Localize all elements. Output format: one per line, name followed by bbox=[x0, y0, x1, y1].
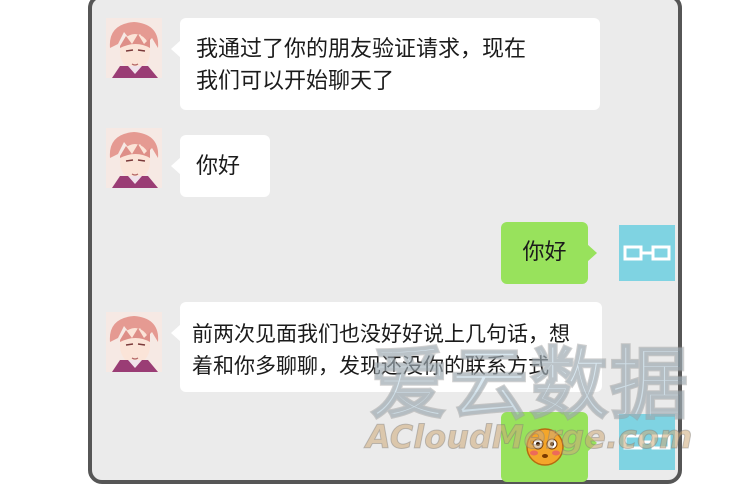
contact-avatar[interactable] bbox=[106, 128, 162, 188]
message-text: 我们可以开始聊天了 bbox=[196, 69, 395, 94]
watermark-english: ACloudMerge.com bbox=[365, 418, 693, 457]
my-avatar[interactable] bbox=[619, 225, 675, 281]
pink-haired-boy-icon bbox=[106, 312, 162, 372]
incoming-message[interactable]: 我通过了你的朋友验证请求，现在 我们可以开始聊天了 bbox=[171, 18, 600, 110]
message-text: 我通过了你的朋友验证请求，现在 bbox=[196, 37, 527, 62]
outgoing-message[interactable]: 你好 bbox=[501, 222, 597, 284]
contact-avatar[interactable] bbox=[106, 18, 162, 78]
pink-haired-boy-icon bbox=[106, 128, 162, 188]
glasses-icon bbox=[623, 245, 671, 261]
contact-avatar[interactable] bbox=[106, 312, 162, 372]
message-text: 你好 bbox=[196, 154, 241, 179]
incoming-message[interactable]: 你好 bbox=[171, 135, 270, 197]
message-text: 你好 bbox=[522, 240, 567, 265]
pink-haired-boy-icon bbox=[106, 18, 162, 78]
